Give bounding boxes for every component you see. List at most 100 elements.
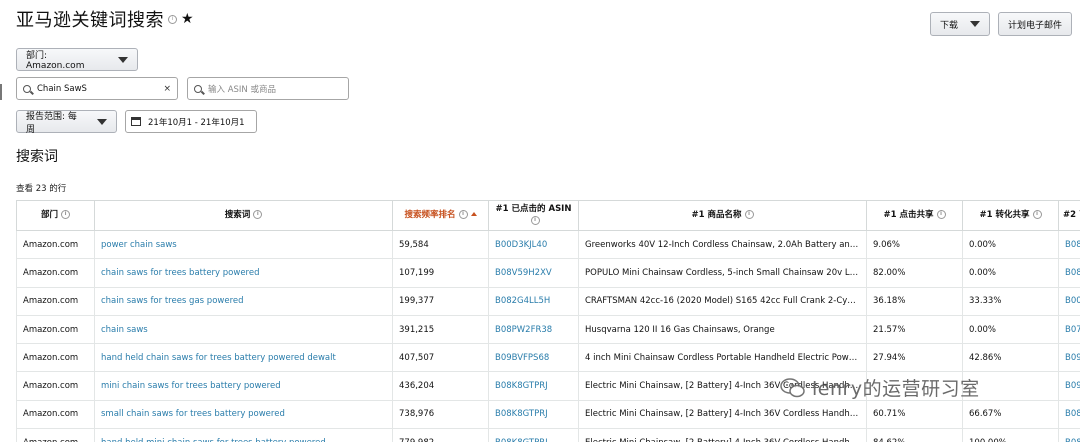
cell-next-asin[interactable]: B07 [1058,314,1080,345]
cell-click-share: 9.06% [866,229,963,260]
department-label: 部门: Amazon.com [26,51,85,71]
header-conversion-share[interactable]: #1 转化共享 i [962,200,1059,231]
cell-asin[interactable]: B08K8GTPRJ [488,371,579,401]
cell-next-asin[interactable]: B09 [1058,343,1080,373]
cell-next-asin[interactable]: B09 [1058,371,1080,401]
cell-conversion-share: 0.00% [962,229,1059,260]
header-conversion-share-label: #1 转化共享 [979,209,1030,220]
info-icon: i [458,209,468,219]
search-icon [23,84,31,93]
header-search-rank-label: 搜索频率排名 [404,209,456,220]
page-title: 亚马逊关键词搜索 [16,10,164,31]
cell-product-name: Husqvarna 120 II 16 Gas Chainsaws, Orang… [578,314,867,345]
cell-search-rank: 436,204 [392,371,489,401]
header-product-name-label: #1 商品名称 [691,209,742,220]
date-range-picker[interactable]: 21年10月1 - 21年10月1 [125,110,257,133]
cell-asin[interactable]: B08K8GTPRJ [488,399,579,430]
schedule-email-label: 计划电子邮件 [1007,20,1062,31]
cell-search-term[interactable]: chain saws for trees gas powered [94,286,393,316]
info-icon: i [936,209,946,219]
left-edge-marker [0,84,2,100]
cell-department: Amazon.com [16,258,95,288]
cell-next-asin[interactable]: B00 [1058,286,1080,316]
cell-next-asin[interactable]: B08 [1058,399,1080,430]
section-title: 搜索词 [16,149,58,165]
search-row: Chain SawS × 输入 ASIN 或商品 [16,77,349,100]
cell-product-name: Electric Mini Chainsaw, [2 Battery] 4-In… [578,399,867,430]
table-row: Amazon.com hand held chain saws for trees… [16,343,1080,373]
header-department[interactable]: 部门 i [16,200,95,231]
header-asin[interactable]: #1 已点击的 ASIN i [488,200,579,231]
clear-icon[interactable]: × [163,84,171,94]
cell-search-rank: 391,215 [392,314,489,345]
cell-search-term[interactable]: chain saws for trees battery powered [94,258,393,288]
top-toolbar: 下载 计划电子邮件 [929,12,1072,36]
header-search-rank[interactable]: 搜索频率排名 i [392,200,489,231]
cell-department: Amazon.com [16,428,95,442]
row-count: 查看 23 的行 [16,184,67,194]
calendar-icon [131,117,141,126]
info-icon: i [530,215,540,225]
asin-input[interactable]: 输入 ASIN 或商品 [187,77,349,100]
search-terms-table: 部门 i 搜索词 i 搜索频率排名 i #1 已点击的 ASIN i #1 商品名称 i … [16,200,1080,442]
table-row: Amazon.com power chain saws 59,584 B00D3KJL… [16,229,1080,260]
header-next[interactable]: #2 已 [1058,200,1080,231]
info-icon: i [744,209,754,219]
search-term-input[interactable]: Chain SawS × [16,77,178,100]
cell-search-rank: 59,584 [392,229,489,260]
cell-search-term[interactable]: power chain saws [94,229,393,260]
cell-click-share: 84.62% [866,428,963,442]
header-click-share-label: #1 点击共享 [883,209,934,220]
header-product-name[interactable]: #1 商品名称 i [578,200,867,231]
cell-click-share: 82.00% [866,258,963,288]
schedule-email-button[interactable]: 计划电子邮件 [997,12,1072,36]
table-row: Amazon.com chain saws for trees battery p… [16,258,1080,288]
info-icon[interactable]: i [168,14,177,24]
cell-search-term[interactable]: small chain saws for trees battery power… [94,399,393,430]
cell-next-asin[interactable]: B08 [1058,258,1080,288]
cell-asin[interactable]: B00D3KJL40 [488,229,579,260]
cell-conversion-share: 0.00% [962,258,1059,288]
cell-search-term[interactable]: mini chain saws for trees battery powere… [94,371,393,401]
cell-next-asin[interactable]: B08 [1058,229,1080,260]
table-row: Amazon.com chain saws 391,215 B08PW2FR38 Hus… [16,314,1080,345]
info-icon: i [253,209,263,219]
cell-asin[interactable]: B08V59H2XV [488,258,579,288]
asin-placeholder: 输入 ASIN 或商品 [208,84,276,95]
cell-asin[interactable]: B08PW2FR38 [488,314,579,345]
search-term-value: Chain SawS [37,83,87,94]
chevron-down-icon [97,118,107,125]
cell-next-asin[interactable]: B08 [1058,428,1080,442]
cell-asin[interactable]: B082G4LL5H [488,286,579,316]
cell-product-name: 4 inch Mini Chainsaw Cordless Portable H… [578,343,867,373]
table-header-row: 部门 i 搜索词 i 搜索频率排名 i #1 已点击的 ASIN i #1 商品名称 i … [16,200,1080,231]
header-asin-label: #1 已点击的 ASIN [495,203,572,214]
download-button[interactable]: 下载 [929,12,990,36]
department-select[interactable]: 部门: Amazon.com [16,48,138,71]
cell-asin[interactable]: B08K8GTPRJ [488,428,579,442]
header-next-label: #2 已 [1063,209,1080,220]
cell-conversion-share [962,371,1059,401]
header-click-share[interactable]: #1 点击共享 i [866,200,963,231]
cell-search-rank: 738,976 [392,399,489,430]
cell-department: Amazon.com [16,229,95,260]
chevron-down-icon [118,56,128,63]
report-range-select[interactable]: 报告范围: 每周 [16,110,117,135]
info-icon: i [1032,209,1042,219]
header-search-term[interactable]: 搜索词 i [94,200,393,231]
cell-search-term[interactable]: hand held chain saws for trees battery p… [94,343,393,373]
cell-conversion-share: 42.86% [962,343,1059,373]
cell-search-rank: 199,377 [392,286,489,316]
date-range-value: 21年10月1 - 21年10月1 [148,117,245,128]
table-row: Amazon.com chain saws for trees gas power… [16,286,1080,316]
cell-search-term[interactable]: hand held mini chain saws for trees batt… [94,428,393,442]
cell-conversion-share: 0.00% [962,314,1059,345]
cell-search-rank: 779,982 [392,428,489,442]
cell-product-name: Electric Mini Chainsaw, [2 Battery] 4-In… [578,371,867,401]
cell-search-term[interactable]: chain saws [94,314,393,345]
chevron-down-icon [969,21,980,27]
cell-asin[interactable]: B09BVFPS68 [488,343,579,373]
header-department-label: 部门 [40,209,58,220]
cell-product-name: CRAFTSMAN 42cc-16 (2020 Model) S165 42cc… [578,286,867,316]
star-icon[interactable]: ★ [181,11,194,27]
